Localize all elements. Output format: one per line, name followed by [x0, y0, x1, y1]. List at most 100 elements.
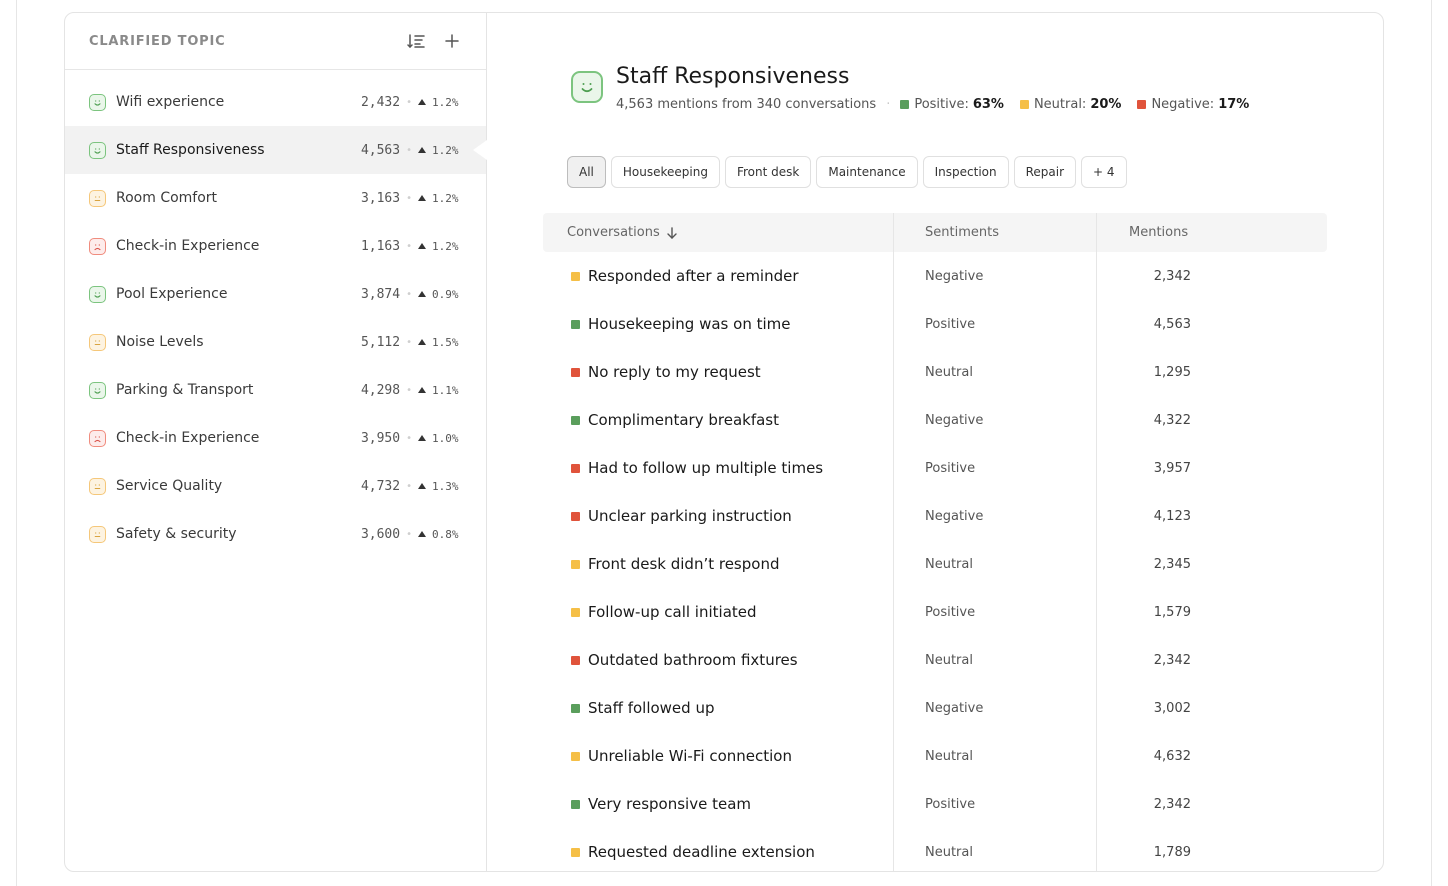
topic-count: 4,732 [360, 478, 401, 494]
table-row[interactable]: Requested deadline extension Neutral 1,789 [543, 828, 1327, 871]
neutral-value: 20% [1090, 97, 1122, 112]
conversation-cell: Outdated bathroom fixtures [543, 636, 893, 684]
conversation-text: Had to follow up multiple times [588, 459, 824, 477]
table-row[interactable]: Complimentary breakfast Negative 4,322 [543, 396, 1327, 444]
sentiment-square-icon [571, 655, 580, 665]
negative-label: Negative: [1151, 97, 1215, 112]
sidebar-actions [406, 31, 462, 51]
sentiment-cell: Negative [893, 252, 1096, 300]
happy-face-icon [89, 381, 106, 399]
sidebar-topic-item[interactable]: Check-in Experience 1,163 • 1.2% [65, 222, 486, 270]
filter-chip[interactable]: Front desk [724, 156, 812, 188]
topic-count: 3,950 [360, 430, 401, 446]
mentions-cell: 1,789 [1096, 828, 1327, 871]
topic-trend: 1.0% [432, 431, 459, 445]
separator-dot: • [406, 528, 412, 540]
sentiment-square-icon [571, 847, 580, 857]
topic-name: Safety & security [116, 526, 237, 542]
table-row[interactable]: Staff followed up Negative 3,002 [543, 684, 1327, 732]
sidebar-title: CLARIFIED TOPIC [89, 33, 226, 49]
topic-count: 3,874 [360, 286, 401, 302]
column-conversations-label: Conversations [567, 225, 660, 240]
mentions-cell: 1,295 [1096, 348, 1327, 396]
table-row[interactable]: Responded after a reminder Negative 2,342 [543, 252, 1327, 300]
trend-up-icon [418, 531, 426, 537]
filter-chip[interactable]: All [567, 156, 606, 188]
table-row[interactable]: Very responsive team Positive 2,342 [543, 780, 1327, 828]
sidebar-topic-item[interactable]: Noise Levels 5,112 • 1.5% [65, 318, 486, 366]
sentiment-cell: Negative [893, 396, 1096, 444]
filter-chips: All Housekeeping Front desk Maintenance Insp… [567, 156, 1127, 188]
topic-count: 5,112 [360, 334, 401, 350]
filter-chip[interactable]: Maintenance [816, 156, 918, 188]
column-mentions[interactable]: Mentions [1096, 213, 1327, 252]
sidebar-topic-item[interactable]: Staff Responsiveness 4,563 • 1.2% [65, 126, 486, 174]
trend-up-icon [418, 243, 426, 249]
positive-value: 63% [972, 97, 1004, 112]
sidebar-topic-item[interactable]: Check-in Experience 3,950 • 1.0% [65, 414, 486, 462]
sentiment-square-icon [571, 703, 580, 713]
topic-count: 3,600 [360, 526, 401, 542]
column-sentiments[interactable]: Sentiments [893, 213, 1096, 252]
column-conversations[interactable]: Conversations [543, 213, 893, 252]
mentions-cell: 4,632 [1096, 732, 1327, 780]
sidebar-topic-item[interactable]: Safety & security 3,600 • 0.8% [65, 510, 486, 558]
sentiment-cell: Neutral [893, 732, 1096, 780]
positive-label: Positive: [914, 97, 969, 112]
sentiment-square-icon [571, 319, 580, 329]
topic-count: 4,563 [360, 142, 401, 158]
mentions-cell: 3,002 [1096, 684, 1327, 732]
filter-chip[interactable]: Housekeeping [610, 156, 720, 188]
sentiment-cell: Positive [893, 588, 1096, 636]
topic-name: Check-in Experience [116, 430, 260, 446]
separator-dot: • [406, 240, 412, 252]
sentiment-square-icon [571, 751, 580, 761]
sad-face-icon [89, 429, 106, 447]
trend-up-icon [418, 195, 426, 201]
table-row[interactable]: Outdated bathroom fixtures Neutral 2,342 [543, 636, 1327, 684]
table-row[interactable]: Unreliable Wi-Fi connection Neutral 4,632 [543, 732, 1327, 780]
sidebar-topic-item[interactable]: Room Comfort 3,163 • 1.2% [65, 174, 486, 222]
sentiment-square-icon [571, 463, 580, 473]
topic-count: 4,298 [360, 382, 401, 398]
table-row[interactable]: Housekeeping was on time Positive 4,563 [543, 300, 1327, 348]
sidebar-topic-item[interactable]: Service Quality 4,732 • 1.3% [65, 462, 486, 510]
separator-dot: • [406, 480, 412, 492]
filter-chip[interactable]: Inspection [922, 156, 1009, 188]
sort-icon[interactable] [406, 31, 426, 51]
topic-name: Check-in Experience [116, 238, 260, 254]
mentions-cell: 2,342 [1096, 780, 1327, 828]
topic-name: Room Comfort [116, 190, 218, 206]
separator-dot: • [406, 432, 412, 444]
sidebar-topic-item[interactable]: Wifi experience 2,432 • 1.2% [65, 78, 486, 126]
sidebar-topic-item[interactable]: Pool Experience 3,874 • 0.9% [65, 270, 486, 318]
topic-trend: 0.8% [432, 527, 459, 541]
sentiment-square-icon [571, 559, 580, 569]
positive-square-icon [900, 100, 910, 109]
sentiment-cell: Negative [893, 684, 1096, 732]
sidebar-topic-item[interactable]: Parking & Transport 4,298 • 1.1% [65, 366, 486, 414]
topic-header: Staff Responsiveness 4,563 mentions from… [571, 63, 1265, 112]
sentiment-cell: Positive [893, 444, 1096, 492]
filter-chip[interactable]: Repair [1013, 156, 1077, 188]
table-row[interactable]: Had to follow up multiple times Positive 3… [543, 444, 1327, 492]
arrow-down-icon [667, 226, 677, 239]
table-row[interactable]: Follow-up call initiated Positive 1,579 [543, 588, 1327, 636]
topic-name: Service Quality [116, 478, 223, 494]
mentions-cell: 4,322 [1096, 396, 1327, 444]
conversation-cell: Had to follow up multiple times [543, 444, 893, 492]
sentiment-cell: Positive [893, 780, 1096, 828]
filter-chip[interactable]: + 4 [1081, 156, 1127, 188]
add-topic-icon[interactable] [442, 31, 462, 51]
conversation-cell: No reply to my request [543, 348, 893, 396]
sentiment-square-icon [571, 799, 580, 809]
mentions-cell: 4,123 [1096, 492, 1327, 540]
table-row[interactable]: Front desk didn’t respond Neutral 2,345 [543, 540, 1327, 588]
trend-up-icon [418, 147, 426, 153]
topic-count: 1,163 [360, 238, 401, 254]
topics-card: CLARIFIED TOPIC Wifi experience 2,432 • 1.2… [64, 12, 1384, 872]
table-row[interactable]: No reply to my request Neutral 1,295 [543, 348, 1327, 396]
topic-name: Noise Levels [116, 334, 204, 350]
mentions-cell: 2,345 [1096, 540, 1327, 588]
table-row[interactable]: Unclear parking instruction Negative 4,123 [543, 492, 1327, 540]
